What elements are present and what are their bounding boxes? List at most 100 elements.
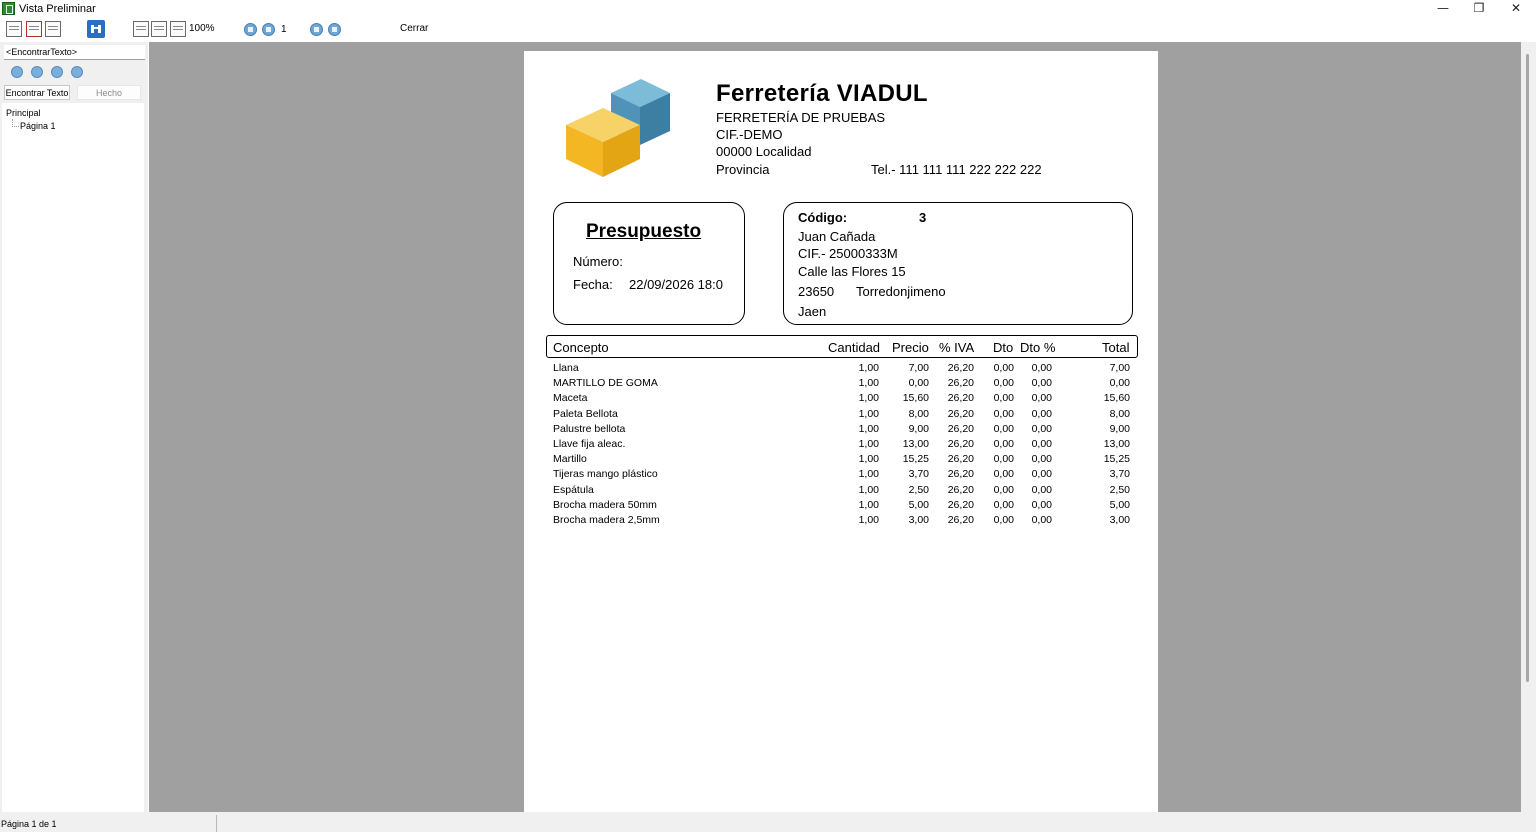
tree-connector (12, 119, 19, 127)
zoom-level[interactable]: 100% (189, 23, 215, 34)
client-name: Juan Cañada (798, 229, 876, 244)
scrollbar-thumb[interactable] (1526, 54, 1529, 682)
cell-dto-pct: 0,00 (1031, 407, 1052, 420)
cell-dto-pct: 0,00 (1031, 362, 1052, 374)
cell-total: 5,00 (1109, 498, 1130, 511)
cell-concept: Paleta Bellota (553, 407, 618, 420)
previous-page-icon[interactable] (262, 23, 275, 36)
page-width-icon[interactable] (151, 21, 167, 37)
outline-tree: Principal Página 1 (2, 103, 144, 812)
client-code-value: 3 (919, 210, 927, 225)
table-row: Espátula 1,00 2,50 26,20 0,00 0,00 2,50 (524, 484, 1158, 499)
first-page-icon[interactable] (244, 23, 257, 36)
window-title: Vista Preliminar (19, 3, 96, 15)
cell-concept: Tijeras mango plástico (553, 468, 658, 481)
cell-concept: Palustre bellota (553, 422, 626, 435)
table-row: Paleta Bellota 1,00 8,00 26,20 0,00 0,00… (524, 408, 1158, 423)
close-window-button[interactable]: ✕ (1498, 0, 1534, 18)
header-price: Precio (892, 340, 929, 355)
vertical-scrollbar[interactable] (1521, 42, 1536, 812)
cell-dto-pct: 0,00 (1031, 514, 1052, 526)
cell-quantity: 1,00 (858, 483, 879, 496)
cell-total: 3,00 (1109, 514, 1130, 526)
document-page: Ferretería VIADUL FERRETERÍA DE PRUEBAS … (524, 51, 1158, 812)
client-address: Calle las Flores 15 (798, 264, 906, 279)
cell-quantity: 1,00 (858, 468, 879, 481)
cell-quantity: 1,00 (858, 377, 879, 390)
budget-number-label: Número: (573, 254, 623, 269)
cell-concept: Llana (553, 362, 579, 374)
header-iva: % IVA (939, 340, 975, 355)
page-number-input[interactable] (279, 21, 307, 38)
cell-dto-pct: 0,00 (1031, 468, 1052, 481)
search-text-input[interactable] (4, 45, 145, 60)
table-row: Brocha madera 50mm 1,00 5,00 26,20 0,00 … (524, 499, 1158, 514)
header-concept: Concepto (553, 340, 609, 355)
next-page-icon[interactable] (310, 23, 323, 36)
cell-total: 13,00 (1103, 438, 1130, 450)
binoculars-icon (91, 25, 101, 33)
cell-quantity: 1,00 (858, 407, 879, 420)
search-panel: Encontrar Texto Hecho Principal Página 1 (0, 42, 148, 812)
cell-total: 9,00 (1109, 422, 1130, 435)
company-cif: CIF.-DEMO (716, 127, 783, 142)
budget-title: Presupuesto (586, 221, 702, 242)
table-row: Brocha madera 2,5mm 1,00 3,00 26,20 0,00… (524, 514, 1158, 529)
toolbar: 100% Cerrar (0, 18, 1536, 42)
cell-dto-pct: 0,00 (1031, 422, 1052, 435)
cell-dto-pct: 0,00 (1031, 392, 1052, 405)
search-first-icon[interactable] (11, 66, 23, 78)
cell-total: 8,00 (1109, 407, 1130, 420)
search-previous-icon[interactable] (31, 66, 43, 78)
last-page-icon[interactable] (328, 23, 341, 36)
search-last-icon[interactable] (71, 66, 83, 78)
print-setup-icon[interactable] (45, 21, 61, 37)
find-text-button[interactable]: Encontrar Texto (4, 85, 70, 100)
single-page-icon[interactable] (133, 21, 149, 37)
cell-quantity: 1,00 (858, 422, 879, 435)
tree-item-principal[interactable]: Principal (6, 108, 41, 118)
find-icon[interactable] (87, 20, 105, 38)
company-name: Ferretería VIADUL (716, 80, 928, 107)
table-row: MARTILLO DE GOMA 1,00 0,00 26,20 0,00 0,… (524, 377, 1158, 392)
search-next-icon[interactable] (51, 66, 63, 78)
done-button[interactable]: Hecho (77, 85, 141, 100)
client-code-label: Código: (798, 210, 848, 225)
minimize-button[interactable]: — (1425, 0, 1461, 18)
cell-total: 0,00 (1109, 377, 1130, 390)
table-row: Maceta 1,00 15,60 26,20 0,00 0,00 15,60 (524, 392, 1158, 407)
header-dto: Dto (993, 340, 1014, 355)
budget-date-label: Fecha: (573, 277, 613, 292)
cell-concept: Brocha madera 50mm (553, 498, 657, 511)
cell-concept: Brocha madera 2,5mm (553, 514, 660, 526)
whole-page-icon[interactable] (170, 21, 186, 37)
client-province: Jaen (798, 304, 827, 319)
table-header: Concepto Cantidad Precio % IVA Dto Dto %… (546, 335, 1138, 358)
print-icon[interactable] (6, 21, 22, 37)
cell-total: 7,00 (1109, 362, 1130, 374)
app-icon (2, 2, 15, 15)
tree-item-page-1[interactable]: Página 1 (20, 121, 56, 131)
cell-dto-pct: 0,00 (1031, 483, 1052, 496)
table-row: Martillo 1,00 15,25 26,20 0,00 0,00 15,2… (524, 453, 1158, 468)
cell-quantity: 1,00 (858, 362, 879, 374)
table-row: Tijeras mango plástico 1,00 3,70 26,20 0… (524, 468, 1158, 483)
cell-quantity: 1,00 (858, 392, 879, 405)
budget-box: Presupuesto Número: Fecha: 22/09/2026 18… (553, 202, 745, 325)
cell-quantity: 1,00 (858, 514, 879, 526)
status-separator (216, 815, 217, 832)
export-pdf-icon[interactable] (26, 21, 42, 37)
close-preview-button[interactable]: Cerrar (400, 23, 428, 34)
cell-concept: Maceta (553, 392, 588, 405)
header-total: Total (1102, 340, 1130, 355)
cell-dto-pct: 0,00 (1031, 377, 1052, 390)
restore-button[interactable]: ❐ (1461, 0, 1497, 18)
cell-quantity: 1,00 (858, 498, 879, 511)
page-status: Página 1 de 1 (1, 819, 57, 829)
cell-concept: Martillo (553, 453, 587, 466)
header-dto-pct: Dto % (1020, 340, 1056, 355)
budget-date-value: 22/09/2026 18:0 (629, 277, 723, 292)
cell-concept: MARTILLO DE GOMA (553, 377, 658, 390)
cell-total: 2,50 (1109, 483, 1130, 496)
table-row: Llave fija aleac. 1,00 13,00 26,20 0,00 … (524, 438, 1158, 453)
